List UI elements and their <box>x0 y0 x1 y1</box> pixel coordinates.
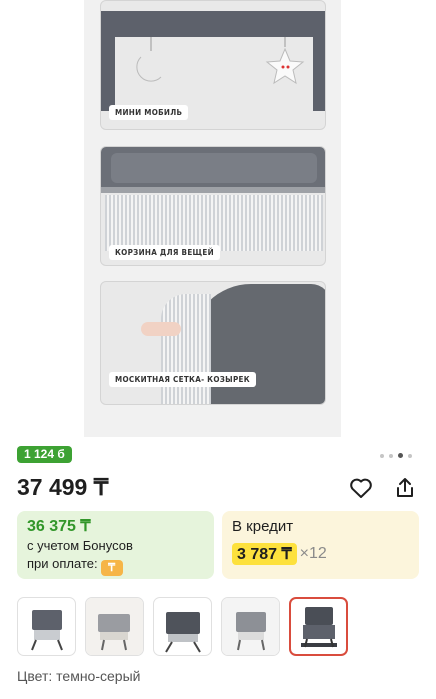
crib-thumbnail-image <box>222 598 279 655</box>
carousel-dot[interactable] <box>380 453 384 458</box>
bonus-coin-icon: ₸ <box>100 560 123 576</box>
panel-label: МИНИ МОБИЛЬ <box>109 105 189 120</box>
product-thumbnail-selected[interactable] <box>289 597 348 656</box>
color-label: Цвет: темно-серый <box>17 668 141 684</box>
product-thumbnail[interactable] <box>85 597 144 656</box>
product-thumbnail[interactable] <box>153 597 212 656</box>
crib-thumbnail-image <box>165 612 201 653</box>
panel-label: КОРЗИНА ДЛЯ ВЕЩЕЙ <box>109 245 220 260</box>
moon-toy-icon <box>136 37 162 82</box>
mini-mobile-panel: МИНИ МОБИЛЬ <box>100 0 326 130</box>
product-image-carousel[interactable]: МИНИ МОБИЛЬ КОРЗИНА ДЛЯ ВЕЩЕЙ МОСКИТНАЯ … <box>84 0 341 437</box>
share-button[interactable] <box>392 475 418 501</box>
credit-row: 3 787 ₸ ×12 <box>232 543 409 565</box>
crib-thumbnail-image <box>31 610 63 651</box>
favorite-button[interactable] <box>348 475 374 501</box>
credit-monthly-amount: 3 787 ₸ <box>232 543 297 565</box>
bonus-badge: 1 124 б <box>17 446 72 463</box>
product-thumbnail[interactable] <box>17 597 76 656</box>
bonus-payment-line: при оплате: ₸ <box>27 555 204 576</box>
credit-title: В кредит <box>232 518 294 535</box>
storage-basket-panel: КОРЗИНА ДЛЯ ВЕЩЕЙ <box>100 146 326 266</box>
crib-thumbnail-image <box>301 607 337 648</box>
carousel-dot[interactable] <box>389 453 393 458</box>
bonus-price: 36 375 ₸ <box>27 518 91 535</box>
panel-label: МОСКИТНАЯ СЕТКА- КОЗЫРЕК <box>109 372 256 387</box>
crib-thumbnail-image <box>86 598 143 655</box>
credit-card[interactable]: В кредит 3 787 ₸ ×12 <box>222 511 419 579</box>
bonus-payment-label: при оплате: <box>27 556 98 571</box>
mosquito-net-panel: МОСКИТНАЯ СЕТКА- КОЗЫРЕК <box>100 281 326 405</box>
product-price: 37 499 ₸ <box>17 474 109 500</box>
credit-multiplier: ×12 <box>299 545 327 562</box>
product-thumbnail[interactable] <box>221 597 280 656</box>
bonus-price-card[interactable]: 36 375 ₸ с учетом Бонусов при оплате: ₸ <box>17 511 214 579</box>
carousel-dots <box>380 453 412 458</box>
share-icon <box>397 478 413 497</box>
star-toy-icon <box>265 37 305 85</box>
heart-icon <box>350 478 372 498</box>
carousel-dot-active[interactable] <box>398 453 403 458</box>
bonus-description: с учетом Бонусов <box>27 538 133 553</box>
carousel-dot[interactable] <box>408 453 412 458</box>
